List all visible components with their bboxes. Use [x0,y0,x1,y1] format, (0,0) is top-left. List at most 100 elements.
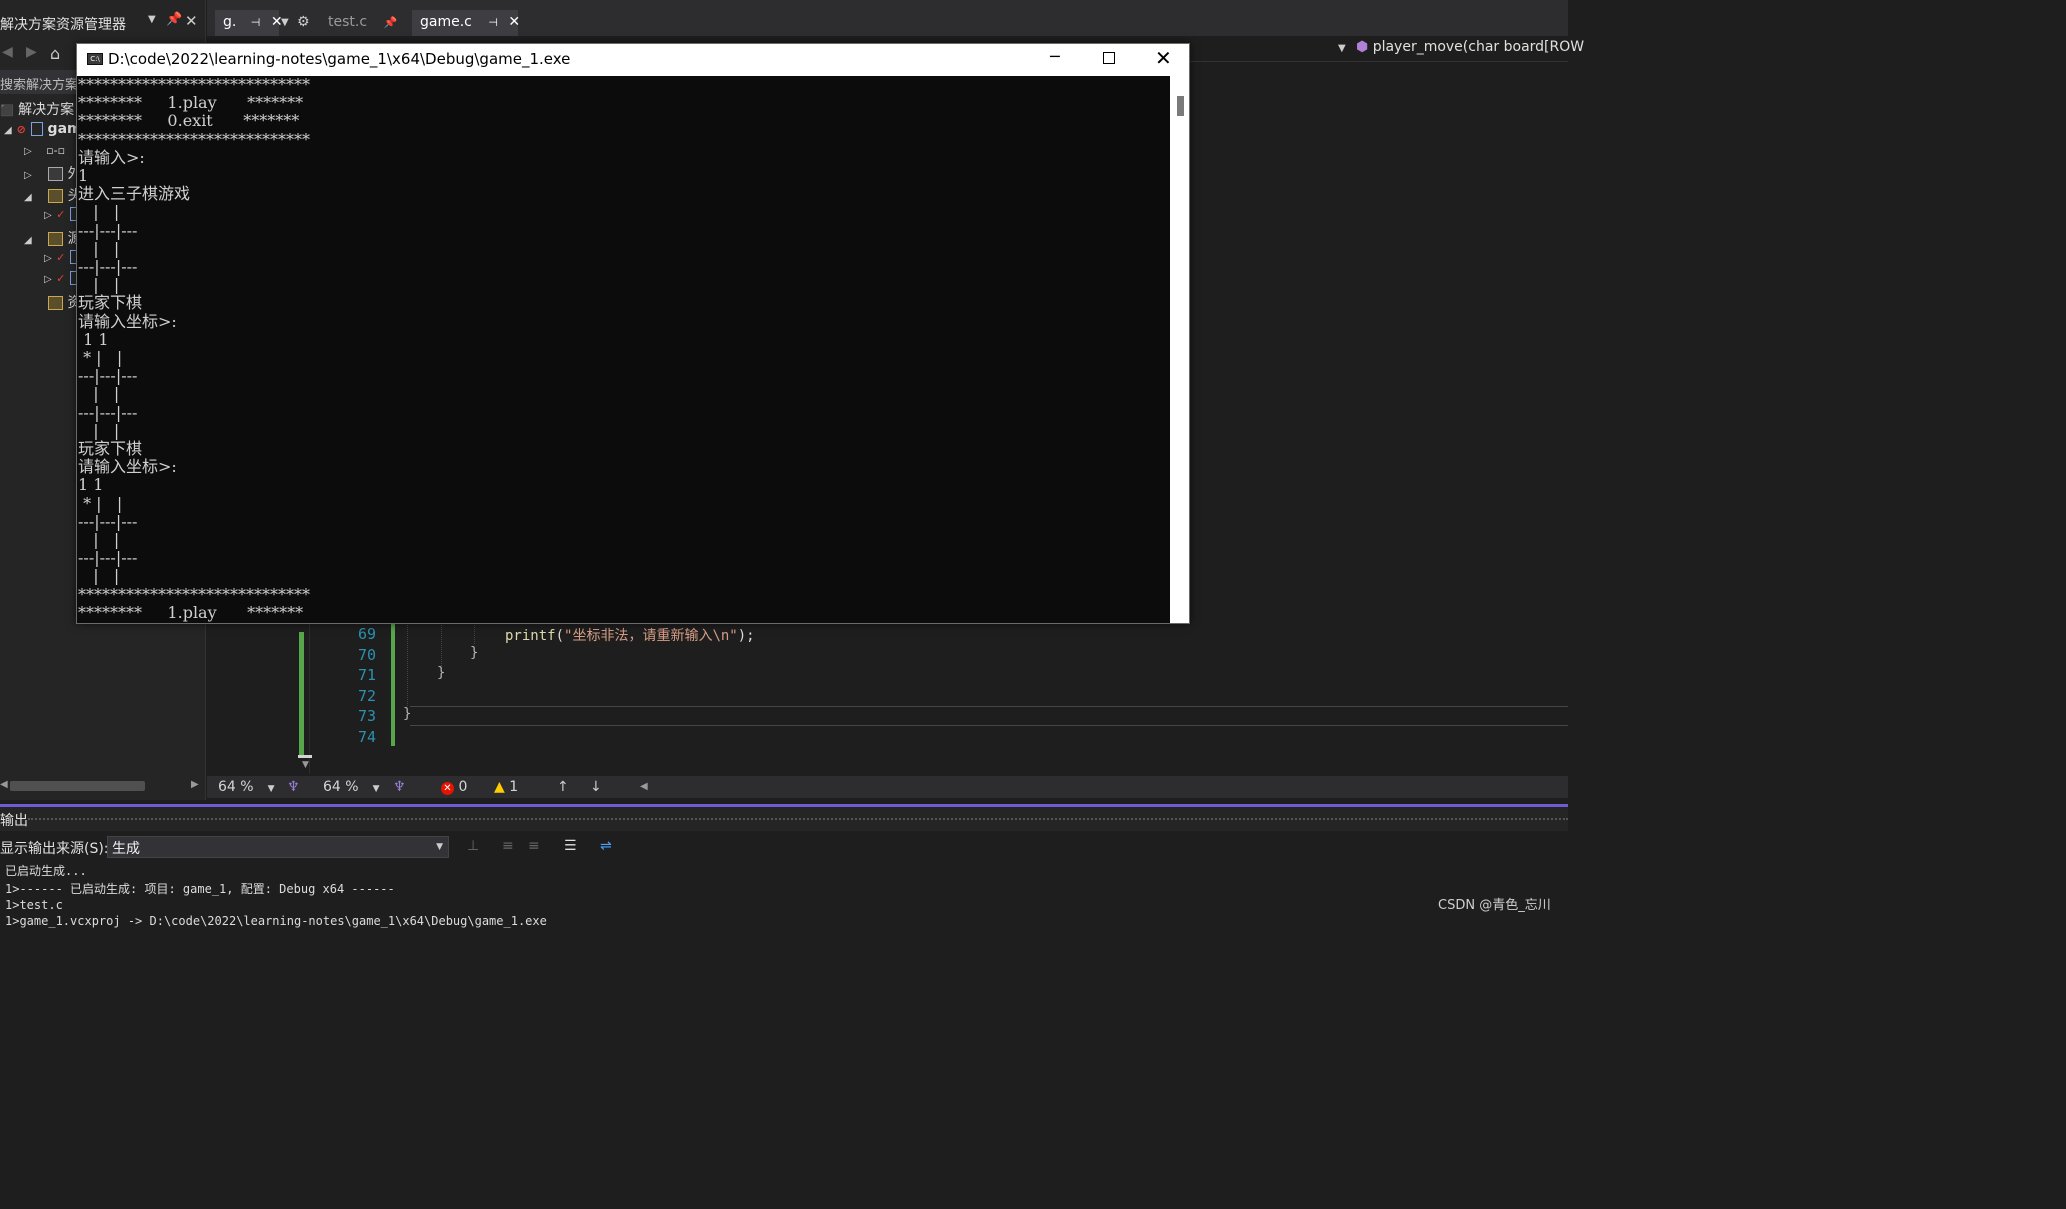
project-icon [30,122,43,136]
folder-filter-icon [48,189,64,203]
minimize-button[interactable]: ─ [1050,47,1060,66]
output-line: 1>test.c [5,898,63,912]
console-line: 玩家下棋 [78,293,143,313]
expand-icon[interactable]: ◢ [4,125,12,136]
code-token: "坐标非法，请重新输入\n" [564,628,738,644]
console-line: ---|---|--- [78,548,138,568]
arrow-down-icon[interactable]: ↓ [590,779,602,795]
arrow-up-icon[interactable]: ↑ [557,779,569,795]
console-line: ---|---|--- [78,402,138,422]
pin-icon[interactable]: 📌 [166,12,182,27]
home-icon[interactable]: ⌂ [50,44,60,63]
chevron-down-icon: ▼ [436,842,443,852]
tab-test-c[interactable]: test.c 📌 [320,10,408,36]
function-navigator[interactable]: ⬢ player_move(char board[ROW [1356,39,1584,55]
split-preview-pane [214,622,310,774]
console-line: ******** 1.play ******* [78,602,304,622]
tree-item-headers[interactable]: ◢ 头 [24,185,82,205]
close-icon[interactable]: ✕ [185,12,198,30]
scroll-left-icon[interactable]: ◀ [0,779,8,790]
word-wrap-icon[interactable]: ⇌ [600,838,612,854]
console-line: 1 1 [78,329,109,349]
console-line: * | | [78,348,138,368]
editor-status-bar [207,776,1568,798]
indent-guide [474,622,475,644]
expand-icon[interactable]: ◢ [24,192,32,203]
collapse-icon[interactable]: ▷ [44,274,52,285]
tree-item-solution[interactable]: ⬛ 解决方案 [0,99,74,119]
scroll-left-icon[interactable]: ◀ [640,781,648,792]
close-button[interactable]: ✕ [1155,46,1172,70]
error-count[interactable]: ✕ 0 [441,779,467,795]
scroll-right-icon[interactable]: ▶ [191,779,199,790]
collapse-icon[interactable]: ▷ [44,210,52,221]
tree-item-references[interactable]: ▷ ▫-▫ [24,142,65,162]
chevron-down-icon[interactable]: ▼ [1338,43,1346,54]
warning-count-value: 1 [509,779,519,795]
gear-icon[interactable]: ⚙ [297,14,310,30]
indent-guide [441,622,442,666]
console-line: 玩家下棋 [78,439,143,459]
scroll-down-icon[interactable]: ▼ [302,760,309,770]
close-icon[interactable]: ✕ [508,14,520,30]
ai-assist-icon[interactable]: ♆ [393,779,406,795]
code-token: printf [505,628,556,644]
output-source-select[interactable]: 生成 ▼ [107,836,449,858]
line-number: 72 [357,687,376,705]
console-title: D:\code\2022\learning-notes\game_1\x64\D… [108,50,571,68]
console-scroll-thumb[interactable] [1177,96,1184,116]
forward-icon[interactable]: ▶ [26,44,37,60]
warning-count[interactable]: ▲ 1 [494,779,518,795]
tab-g[interactable]: g. ⊣ ✕ [215,10,283,36]
warning-icon: ▲ [494,779,505,795]
code-line-69[interactable]: printf("坐标非法，请重新输入\n"); [505,625,755,645]
tree-item-label: 解决方案 [18,102,75,118]
code-line-70[interactable]: } [470,645,478,661]
console-line: 1 [78,166,89,186]
tab-game-c[interactable]: game.c ⊣ ✕ [412,10,520,36]
chevron-down-icon: ▼ [267,784,275,794]
zoom-dropdown[interactable]: 64 % ▼ [323,779,380,795]
tree-item-project[interactable]: ◢ ⊘ gam [4,121,82,141]
back-icon[interactable]: ◀ [2,44,13,60]
console-line: 请输入>: [78,147,145,167]
collapse-icon[interactable]: ▷ [24,146,32,157]
chevron-down-icon[interactable]: ▼ [148,14,156,25]
console-output[interactable]: ***************************** ******** 1.… [77,76,1170,623]
collapse-icon[interactable]: ▷ [44,253,52,264]
tree-item-sources[interactable]: ◢ 源 [24,228,82,248]
maximize-button[interactable] [1103,52,1115,64]
folder-filter-icon [48,232,64,246]
tree-item-external[interactable]: ▷ 外 [24,163,82,183]
console-line: 请输入坐标>: [78,311,177,331]
line-number: 70 [357,646,376,664]
console-line: | | [78,566,135,586]
code-line-73[interactable]: } [403,706,411,722]
output-source-value: 生成 [112,841,140,857]
chevron-down-icon[interactable]: ▼ [281,17,289,28]
panel-grip[interactable] [28,818,1568,822]
clear-all-icon[interactable]: ☰ [564,838,577,854]
horizontal-scrollbar[interactable] [10,781,145,791]
code-line-71[interactable]: } [437,665,445,681]
pin-icon[interactable]: ⊣ [488,16,498,29]
next-message-icon[interactable]: ≡ [528,838,540,854]
change-marker [391,622,395,746]
console-line: | | [78,238,135,258]
console-line: ******** 0.exit ******* [78,111,300,131]
console-line: | | [78,530,135,550]
expand-icon[interactable]: ◢ [24,235,32,246]
ai-assist-icon[interactable]: ♆ [287,779,300,795]
output-source-label: 显示输出来源(S): [0,841,109,857]
console-line: | | [78,202,135,222]
checkmark-icon: ✓ [56,251,66,264]
goto-location-icon[interactable]: ⊥ [467,838,479,854]
checkmark-icon: ✓ [56,272,66,285]
prev-message-icon[interactable]: ≡ [502,838,514,854]
console-scrollbar[interactable] [1170,76,1189,623]
pin-icon[interactable]: 📌 [384,16,398,29]
zoom-dropdown[interactable]: 64 % ▼ [218,779,275,795]
collapse-icon[interactable]: ▷ [24,170,32,181]
tab-label: g. [223,14,237,30]
pin-icon[interactable]: ⊣ [251,16,261,29]
